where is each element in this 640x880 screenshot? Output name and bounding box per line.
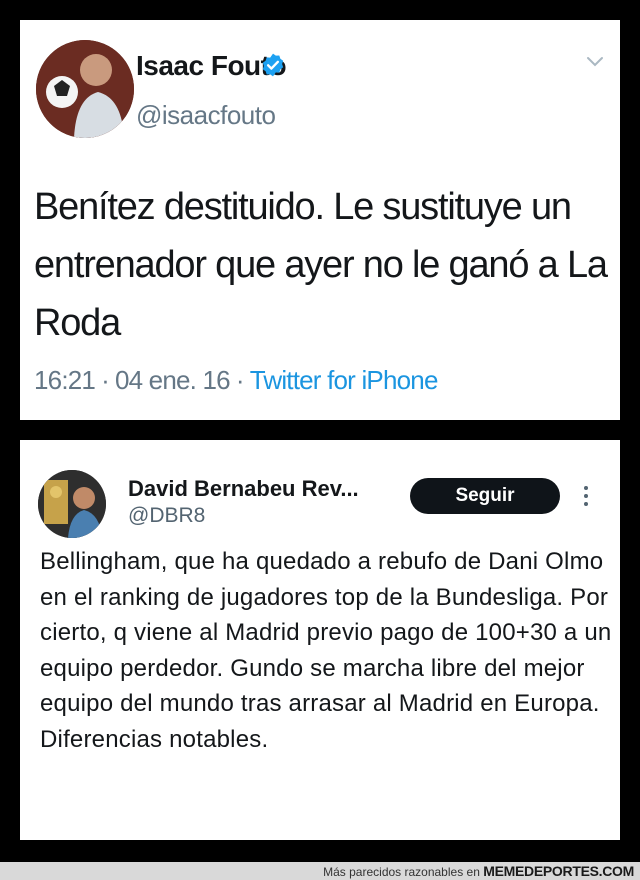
tweet-text: Bellingham, que ha quedado a rebufo de D… [40, 548, 612, 753]
verified-badge-icon [262, 53, 284, 77]
tweet-card-david-bernabeu: David Bernabeu Rev... @DBR8 Seguir Belli… [20, 440, 620, 840]
more-vertical-icon[interactable] [582, 484, 590, 508]
user-handle[interactable]: @isaacfouto [136, 100, 276, 131]
follow-button[interactable]: Seguir [410, 478, 560, 514]
footer-watermark: Más parecidos razonables en MEMEDEPORTES… [0, 862, 640, 880]
tweet-date[interactable]: 04 ene. 16 [115, 365, 231, 395]
avatar[interactable] [38, 470, 106, 538]
avatar[interactable] [36, 40, 134, 138]
chevron-down-icon[interactable] [584, 50, 606, 72]
tweet-metadata: 16:21 · 04 ene. 16 · Twitter for iPhone [34, 365, 439, 395]
tweet-time[interactable]: 16:21 [34, 365, 96, 395]
user-handle[interactable]: @DBR8 [128, 504, 205, 528]
footer-site: MEMEDEPORTES.COM [483, 863, 634, 879]
tweet-text: Benítez destituido. Le sustituye un entr… [34, 186, 608, 344]
tweet-card-isaac-fouto: Isaac Fouto @isaacfouto Benítez destitui… [20, 20, 620, 420]
display-name[interactable]: David Bernabeu Rev... [128, 476, 359, 502]
footer-label: Más parecidos razonables en MEMEDEPORTES… [323, 863, 634, 879]
tweet-source-link[interactable]: Twitter for iPhone [250, 365, 439, 395]
footer-text: Más parecidos razonables en [323, 865, 480, 879]
